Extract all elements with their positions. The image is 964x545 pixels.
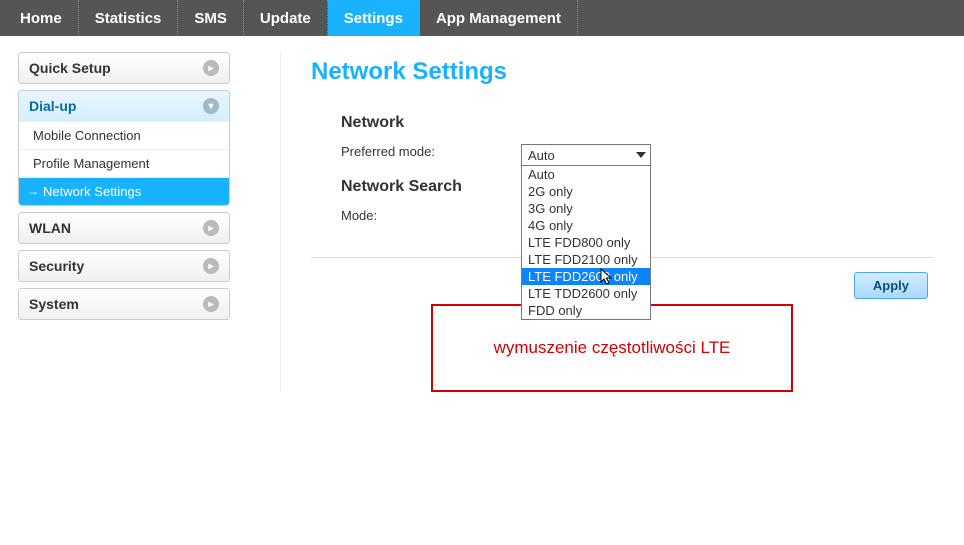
dropdown-option[interactable]: 3G only — [522, 200, 650, 217]
sidebar-group-wlan: WLAN ▸ — [18, 212, 230, 244]
sidebar-head-label: Security — [29, 258, 84, 274]
sidebar-group-security: Security ▸ — [18, 250, 230, 282]
preferred-mode-select[interactable]: Auto — [521, 144, 651, 166]
sidebar-item-profile-management[interactable]: Profile Management — [19, 149, 229, 177]
caret-down-icon — [636, 152, 646, 158]
chevron-right-icon: ▸ — [203, 258, 219, 274]
main-content: Network Settings Network Preferred mode:… — [280, 52, 954, 392]
network-section: Network Preferred mode: Auto Auto2G only… — [341, 114, 934, 223]
dropdown-option[interactable]: LTE FDD2100 only — [522, 251, 650, 268]
page-container: Quick Setup ▸ Dial-up ▾ Mobile ConnectionPro… — [0, 36, 964, 392]
network-heading: Network — [341, 114, 934, 132]
preferred-mode-label: Preferred mode: — [341, 144, 521, 159]
preferred-mode-row: Preferred mode: Auto Auto2G only3G only4… — [341, 144, 934, 166]
dropdown-option[interactable]: FDD only — [522, 302, 650, 319]
preferred-mode-dropdown[interactable]: Auto2G only3G only4G onlyLTE FDD800 only… — [521, 165, 651, 320]
preferred-mode-value: Auto — [528, 148, 555, 163]
chevron-right-icon: ▸ — [203, 60, 219, 76]
sidebar-head-wlan[interactable]: WLAN ▸ — [19, 213, 229, 243]
dropdown-option[interactable]: Auto — [522, 166, 650, 183]
sidebar-item-mobile-connection[interactable]: Mobile Connection — [19, 121, 229, 149]
dropdown-option[interactable]: 4G only — [522, 217, 650, 234]
top-nav: HomeStatisticsSMSUpdateSettingsApp Manag… — [0, 0, 964, 36]
nav-item-update[interactable]: Update — [244, 0, 328, 36]
sidebar-head-quick-setup[interactable]: Quick Setup ▸ — [19, 53, 229, 83]
sidebar-head-label: WLAN — [29, 220, 71, 236]
sidebar-group-system: System ▸ — [18, 288, 230, 320]
nav-item-app-management[interactable]: App Management — [420, 0, 578, 36]
sidebar-group-dial-up: Dial-up ▾ Mobile ConnectionProfile Managem… — [18, 90, 230, 206]
chevron-right-icon: ▸ — [203, 220, 219, 236]
mode-label: Mode: — [341, 208, 521, 223]
annotation-text: wymuszenie częstotliwości LTE — [494, 338, 731, 358]
page-title: Network Settings — [311, 58, 934, 86]
sidebar-head-dial-up[interactable]: Dial-up ▾ — [19, 91, 229, 121]
chevron-right-icon: ▸ — [203, 296, 219, 312]
sidebar-head-label: Quick Setup — [29, 60, 111, 76]
nav-item-sms[interactable]: SMS — [178, 0, 244, 36]
nav-item-home[interactable]: Home — [10, 0, 79, 36]
preferred-mode-select-wrap: Auto Auto2G only3G only4G onlyLTE FDD800… — [521, 144, 651, 166]
chevron-down-icon: ▾ — [203, 98, 219, 114]
apply-button[interactable]: Apply — [854, 272, 928, 299]
nav-item-settings[interactable]: Settings — [328, 0, 420, 36]
nav-item-statistics[interactable]: Statistics — [79, 0, 179, 36]
dropdown-option[interactable]: 2G only — [522, 183, 650, 200]
sidebar-sub-list: Mobile ConnectionProfile ManagementNetwo… — [19, 121, 229, 205]
sidebar-head-label: Dial-up — [29, 98, 76, 114]
dropdown-option[interactable]: LTE FDD800 only — [522, 234, 650, 251]
sidebar-head-security[interactable]: Security ▸ — [19, 251, 229, 281]
sidebar: Quick Setup ▸ Dial-up ▾ Mobile ConnectionPro… — [18, 52, 230, 392]
dropdown-option[interactable]: LTE FDD2600 only — [522, 268, 650, 285]
sidebar-item-network-settings[interactable]: Network Settings — [19, 177, 229, 205]
sidebar-group-quick-setup: Quick Setup ▸ — [18, 52, 230, 84]
dropdown-option[interactable]: LTE TDD2600 only — [522, 285, 650, 302]
sidebar-head-label: System — [29, 296, 79, 312]
sidebar-head-system[interactable]: System ▸ — [19, 289, 229, 319]
